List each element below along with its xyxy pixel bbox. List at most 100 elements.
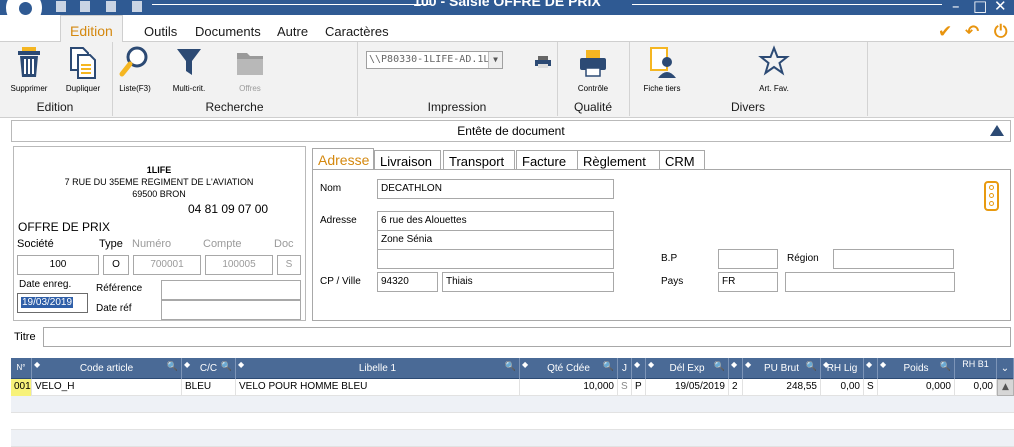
doc-label: Doc	[274, 238, 294, 250]
col-rh-b1[interactable]: RH B1	[955, 358, 997, 379]
date-enreg-field[interactable]: 19/03/2019	[17, 293, 88, 313]
key-icon: 🔍	[504, 361, 516, 371]
tab-transport[interactable]: Transport	[443, 150, 515, 170]
filter-icon	[177, 49, 201, 75]
lines-grid: N° ◆ Code article 🔍 ◆ C/C 🔍 ◆ Libelle 1 🔍 ◆ Qté…	[11, 358, 1014, 447]
col-poids[interactable]: ◆ Poids 🔍	[878, 358, 955, 379]
key-icon: 🔍	[602, 361, 614, 371]
liste-button[interactable]: Liste(F3)	[118, 44, 152, 93]
col-pu-brut[interactable]: ◆ PU Brut 🔍	[743, 358, 821, 379]
cpville-label: CP / Ville	[320, 276, 361, 287]
table-row[interactable]	[11, 430, 1014, 447]
societe-label: Société	[17, 238, 54, 250]
bp-label: B.P	[661, 253, 678, 264]
tab-adresse[interactable]: Adresse	[312, 148, 374, 170]
table-row[interactable]: 001 VELO_H BLEU VELO POUR HOMME BLEU 10,…	[11, 379, 1014, 396]
col-qte[interactable]: ◆ Qté Cdée 🔍	[520, 358, 618, 379]
traffic-light-icon[interactable]	[984, 181, 999, 211]
region-field[interactable]	[833, 249, 954, 269]
tab-bar: Adresse Livraison Transport Facture Règl…	[312, 148, 1012, 170]
numero-field: 700001	[133, 255, 201, 275]
company-street: 7 RUE DU 35EME REGIMENT DE L'AVIATION	[64, 177, 254, 187]
chevron-down-icon[interactable]: ⌄	[997, 358, 1014, 379]
pays-name-field[interactable]	[785, 272, 955, 292]
fiche-tiers-button[interactable]: Fiche tiers	[644, 44, 680, 93]
col-blank[interactable]: ◆	[729, 358, 743, 379]
collapse-up-icon[interactable]	[990, 125, 1004, 136]
col-num[interactable]: N°	[11, 358, 32, 379]
printer-select[interactable]: \\P80330-1LIFE-AD.1LIF ▼	[366, 51, 503, 69]
col-libelle[interactable]: ◆ Libelle 1 🔍	[236, 358, 520, 379]
chevron-down-icon[interactable]: ▼	[488, 52, 502, 68]
art-fav-button[interactable]: Art. Fav.	[757, 44, 791, 93]
printer-check-icon	[580, 50, 606, 77]
col-s[interactable]: ◆	[864, 358, 878, 379]
controle-button[interactable]: Contrôle	[576, 44, 610, 93]
societe-field[interactable]: 100	[17, 255, 99, 275]
table-row[interactable]	[11, 396, 1014, 413]
pays-field[interactable]: FR	[718, 272, 778, 292]
col-j[interactable]: J	[618, 358, 632, 379]
menu-caracteres[interactable]: Caractères	[325, 24, 389, 39]
dupliquer-button[interactable]: Dupliquer	[66, 44, 100, 93]
entete-header[interactable]: Entête de document	[11, 120, 1011, 142]
menu-outils[interactable]: Outils	[144, 24, 177, 39]
group-edition-label: Edition	[36, 100, 74, 114]
doc-type: OFFRE DE PRIX	[18, 220, 111, 234]
menu-autre[interactable]: Autre	[277, 24, 308, 39]
power-icon[interactable]: ⏻	[994, 22, 1007, 42]
group-impression-label: Impression	[427, 100, 487, 114]
compte-label: Compte	[203, 238, 242, 250]
date-ref-field[interactable]	[161, 300, 301, 320]
nom-field[interactable]: DECATHLON	[377, 179, 614, 199]
compte-field: 100005	[205, 255, 273, 275]
undo-icon[interactable]: ↶	[965, 22, 979, 42]
menu-edition[interactable]: Edition	[60, 15, 123, 43]
company-name: 1LIFE	[146, 165, 172, 175]
contact-card-icon	[650, 47, 676, 78]
key-icon: 🔍	[805, 361, 817, 371]
company-city: 69500 BRON	[132, 189, 186, 199]
ribbon: Supprimer Dupliquer Edition Liste(F3) Mu…	[0, 42, 1014, 118]
col-del-exp[interactable]: ◆ Dél Exp 🔍	[646, 358, 729, 379]
cp-field[interactable]: 94320	[377, 272, 438, 292]
title-bar: 100 - Saisie OFFRE DE PRIX – □ ✕	[0, 0, 1014, 28]
adresse1-field[interactable]: 6 rue des Alouettes	[377, 211, 614, 231]
scroll-up-icon[interactable]: ▲	[997, 379, 1014, 396]
col-rh-lig[interactable]: ◆ RH Lig	[821, 358, 864, 379]
group-divers-label: Divers	[730, 100, 765, 114]
minimize-icon[interactable]: –	[952, 0, 960, 15]
region-label: Région	[787, 253, 819, 264]
col-cc[interactable]: ◆ C/C 🔍	[182, 358, 236, 379]
date-ref-label: Date réf	[96, 303, 132, 314]
tab-facture[interactable]: Facture	[516, 150, 578, 170]
offres-button[interactable]: Offres	[233, 44, 267, 93]
bp-field[interactable]	[718, 249, 778, 269]
table-row[interactable]	[11, 413, 1014, 430]
key-icon: 🔍	[713, 361, 725, 371]
numero-label: Numéro	[132, 238, 172, 250]
tab-livraison[interactable]: Livraison	[374, 150, 441, 170]
supprimer-button[interactable]: Supprimer	[11, 44, 47, 93]
tab-crm[interactable]: CRM	[659, 150, 705, 170]
printer-icon[interactable]	[534, 56, 552, 68]
titre-field[interactable]	[43, 327, 1011, 347]
type-field[interactable]: O	[103, 255, 129, 275]
grid-header: N° ◆ Code article 🔍 ◆ C/C 🔍 ◆ Libelle 1 🔍 ◆ Qté…	[11, 358, 1014, 379]
reference-field[interactable]	[161, 280, 301, 300]
menu-documents[interactable]: Documents	[195, 24, 261, 39]
adresse3-field[interactable]	[377, 249, 614, 269]
tab-reglement[interactable]: Règlement	[577, 150, 660, 170]
adresse2-field[interactable]: Zone Sénia	[377, 230, 614, 250]
group-qualite-label: Qualité	[573, 100, 613, 114]
maximize-icon[interactable]: □	[973, 0, 987, 15]
multicrit-button[interactable]: Multi-crit.	[172, 44, 206, 93]
close-icon[interactable]: ✕	[994, 0, 1007, 15]
col-code-article[interactable]: ◆ Code article 🔍	[32, 358, 182, 379]
checkmark-icon[interactable]: ✔	[938, 22, 952, 42]
pays-label: Pays	[661, 276, 684, 287]
ville-field[interactable]: Thiais	[442, 272, 614, 292]
folder-icon	[237, 53, 263, 75]
col-p[interactable]: ◆	[632, 358, 646, 379]
key-icon: 🔍	[939, 361, 951, 371]
